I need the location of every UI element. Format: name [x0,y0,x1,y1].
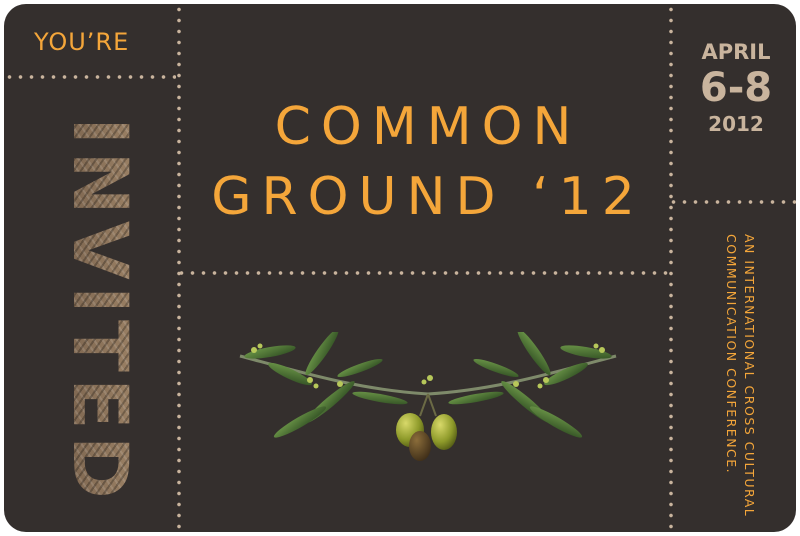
date-year: 2012 [708,112,764,136]
divider-vertical-right [668,4,674,532]
tagline-line2: COMMUNICATION CONFERENCE. [724,234,739,475]
event-title-line2: GROUND ‘12 [211,167,645,227]
divider-horizontal-top-left [4,74,176,80]
event-title-line1: COMMON [274,97,582,157]
conference-tagline: AN INTERNATIONAL CROSS CULTURAL COMMUNIC… [722,234,758,518]
invited-heading: INVITED [56,117,145,505]
date-days: 6-8 [699,65,773,111]
invitation-card: YOU’RE INVITED COMMON GROUND ‘12 APRIL 6… [4,4,796,532]
event-date: APRIL 6-8 2012 [676,40,796,136]
youre-label: YOU’RE [34,28,130,56]
olive-branch-icon [239,332,617,461]
divider-horizontal-right [668,199,796,205]
event-title: COMMON GROUND ‘12 [184,92,672,232]
divider-horizontal-middle [176,270,668,276]
date-month: APRIL [701,40,771,64]
tagline-line1: AN INTERNATIONAL CROSS CULTURAL [742,234,757,518]
divider-vertical-left [176,4,182,532]
